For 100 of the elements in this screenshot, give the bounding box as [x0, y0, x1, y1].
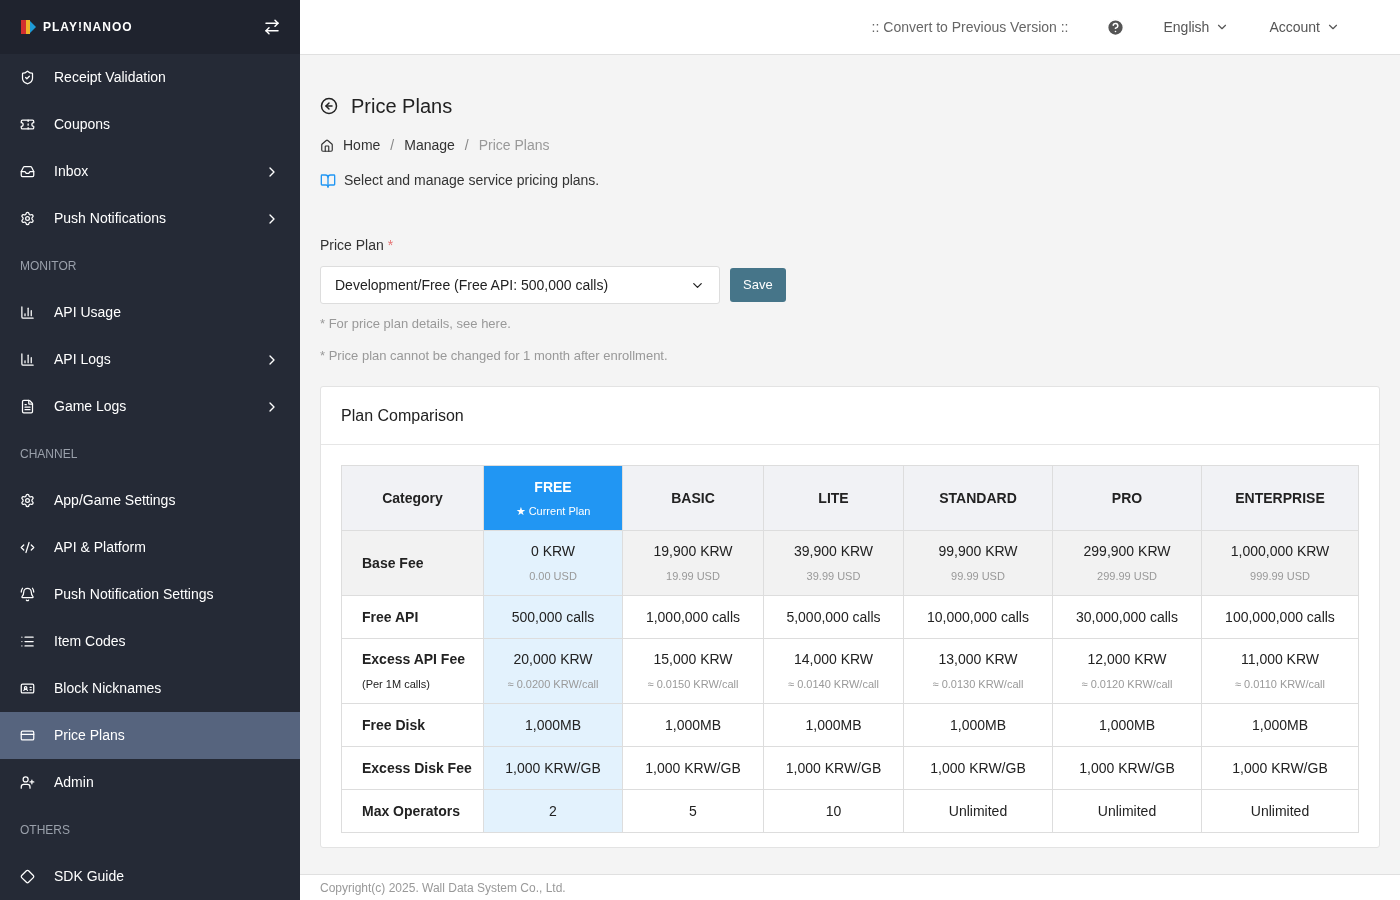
convert-version-link[interactable]: :: Convert to Previous Version ::: [871, 16, 1069, 38]
section-heading: CHANNEL: [20, 445, 78, 463]
table-cell: 20,000 KRW ≈ 0.0200 KRW/call: [483, 638, 623, 704]
table-cell: 14,000 KRW ≈ 0.0140 KRW/call: [763, 638, 904, 704]
document-icon: [20, 399, 35, 414]
table-cell: 1,000 KRW/GB: [483, 746, 623, 790]
form-note: * Price plan cannot be changed for 1 month after enrollment.: [320, 346, 669, 365]
row-label: Excess Disk Fee: [341, 746, 484, 790]
table-cell: 1,000 KRW/GB: [1201, 746, 1359, 790]
table-cell: 13,000 KRW ≈ 0.0130 KRW/call: [903, 638, 1053, 704]
table-cell: 10,000,000 calls: [903, 595, 1053, 639]
form-note: * For price plan details, see here.: [320, 315, 512, 333]
table-cell: 19,900 KRW 19.99 USD: [622, 530, 764, 596]
inbox-icon: [20, 164, 35, 179]
gear-icon: [20, 493, 35, 508]
table-cell: 11,000 KRW ≈ 0.0110 KRW/call: [1201, 638, 1359, 704]
breadcrumb-current: Price Plans: [478, 136, 550, 155]
table-cell: Unlimited: [1201, 789, 1359, 833]
sidebar-item[interactable]: Admin: [0, 759, 300, 806]
table-cell: Unlimited: [1052, 789, 1202, 833]
section-heading: MONITOR: [20, 257, 77, 275]
book-icon: [320, 172, 336, 189]
table-cell: 30,000,000 calls: [1052, 595, 1202, 639]
bar-chart-icon: [20, 352, 35, 367]
row-label: Free API: [341, 595, 484, 639]
table-cell: 100,000,000 calls: [1201, 595, 1359, 639]
plan-column-header: STANDARD: [903, 465, 1053, 531]
bell-icon: [20, 587, 35, 602]
shield-check-icon: [20, 70, 35, 85]
language-dropdown[interactable]: English: [1163, 16, 1230, 38]
plan-column-header: FREE ★ Current Plan: [483, 465, 623, 531]
table-cell: 2: [483, 789, 623, 833]
row-label: Max Operators: [341, 789, 484, 833]
card-title: Plan Comparison: [341, 405, 464, 426]
table-cell: 1,000 KRW/GB: [1052, 746, 1202, 790]
back-icon[interactable]: [320, 97, 338, 115]
sidebar-item[interactable]: SDK Guide: [0, 853, 300, 900]
table-cell: 1,000 KRW/GB: [622, 746, 764, 790]
column-header: Category: [341, 465, 484, 531]
table-cell: 10: [763, 789, 904, 833]
row-label: Free Disk: [341, 703, 484, 747]
sidebar-item[interactable]: Push Notification Settings: [0, 571, 300, 618]
copyright-text: Copyright(c) 2025. Wall Data System Co., Ltd.: [320, 879, 566, 897]
breadcrumb-separator: /: [464, 136, 469, 155]
table-cell: 1,000MB: [763, 703, 904, 747]
table-cell: 1,000MB: [1052, 703, 1202, 747]
table-cell: 1,000MB: [622, 703, 764, 747]
table-cell: 5: [622, 789, 764, 833]
table-cell: 1,000MB: [903, 703, 1053, 747]
home-icon[interactable]: [320, 138, 334, 153]
sidebar-item[interactable]: Game Logs: [0, 383, 300, 430]
plan-column-header: BASIC: [622, 465, 764, 531]
sidebar-item[interactable]: API Logs: [0, 336, 300, 383]
plan-column-header: ENTERPRISE: [1201, 465, 1359, 531]
breadcrumb-separator: /: [390, 136, 395, 155]
field-label: Price Plan *: [320, 237, 394, 253]
sidebar-item[interactable]: Block Nicknames: [0, 665, 300, 712]
user-plus-icon: [20, 775, 35, 790]
sidebar-item[interactable]: Inbox: [0, 148, 300, 195]
table-cell: 1,000 KRW/GB: [903, 746, 1053, 790]
table-cell: 1,000 KRW/GB: [763, 746, 904, 790]
logo-icon: [19, 18, 37, 36]
account-dropdown[interactable]: Account: [1269, 16, 1340, 38]
table-cell: 500,000 calls: [483, 595, 623, 639]
ticket-icon: [20, 117, 35, 132]
price-plan-select[interactable]: Development/Free (Free API: 500,000 calls): [320, 266, 720, 304]
row-label: Excess API Fee (Per 1M calls): [341, 638, 484, 704]
breadcrumb-link[interactable]: Manage: [404, 135, 455, 156]
save-button[interactable]: Save: [730, 268, 786, 302]
breadcrumb-link[interactable]: Home: [343, 135, 381, 156]
sidebar-item[interactable]: Item Codes: [0, 618, 300, 665]
sidebar-item[interactable]: API & Platform: [0, 524, 300, 571]
sidebar-item[interactable]: API Usage: [0, 289, 300, 336]
swap-icon[interactable]: [263, 18, 281, 36]
sidebar-item[interactable]: Coupons: [0, 101, 300, 148]
sidebar-item[interactable]: Receipt Validation: [0, 54, 300, 101]
sidebar-item[interactable]: Price Plans: [0, 712, 300, 759]
id-card-icon: [20, 681, 35, 696]
table-cell: 39,900 KRW 39.99 USD: [763, 530, 904, 596]
list-icon: [20, 634, 35, 649]
table-cell: 0 KRW 0.00 USD: [483, 530, 623, 596]
page-description: Select and manage service pricing plans.: [344, 171, 600, 190]
table-cell: 1,000MB: [483, 703, 623, 747]
help-icon[interactable]: [1106, 17, 1126, 37]
sidebar-item[interactable]: App/Game Settings: [0, 477, 300, 524]
page-title: Price Plans: [351, 94, 453, 119]
table-cell: 1,000,000 KRW 999.99 USD: [1201, 530, 1359, 596]
table-cell: 5,000,000 calls: [763, 595, 904, 639]
section-heading: OTHERS: [20, 821, 70, 839]
plan-column-header: PRO: [1052, 465, 1202, 531]
plan-column-header: LITE: [763, 465, 904, 531]
table-cell: 1,000MB: [1201, 703, 1359, 747]
table-cell: 99,900 KRW 99.99 USD: [903, 530, 1053, 596]
diamond-icon: [20, 869, 35, 884]
gear-icon: [20, 211, 35, 226]
code-icon: [20, 540, 35, 555]
sidebar-item[interactable]: Push Notifications: [0, 195, 300, 242]
table-cell: 12,000 KRW ≈ 0.0120 KRW/call: [1052, 638, 1202, 704]
credit-card-icon: [20, 728, 35, 743]
logo-text: PLAY!NANOO: [43, 19, 133, 36]
